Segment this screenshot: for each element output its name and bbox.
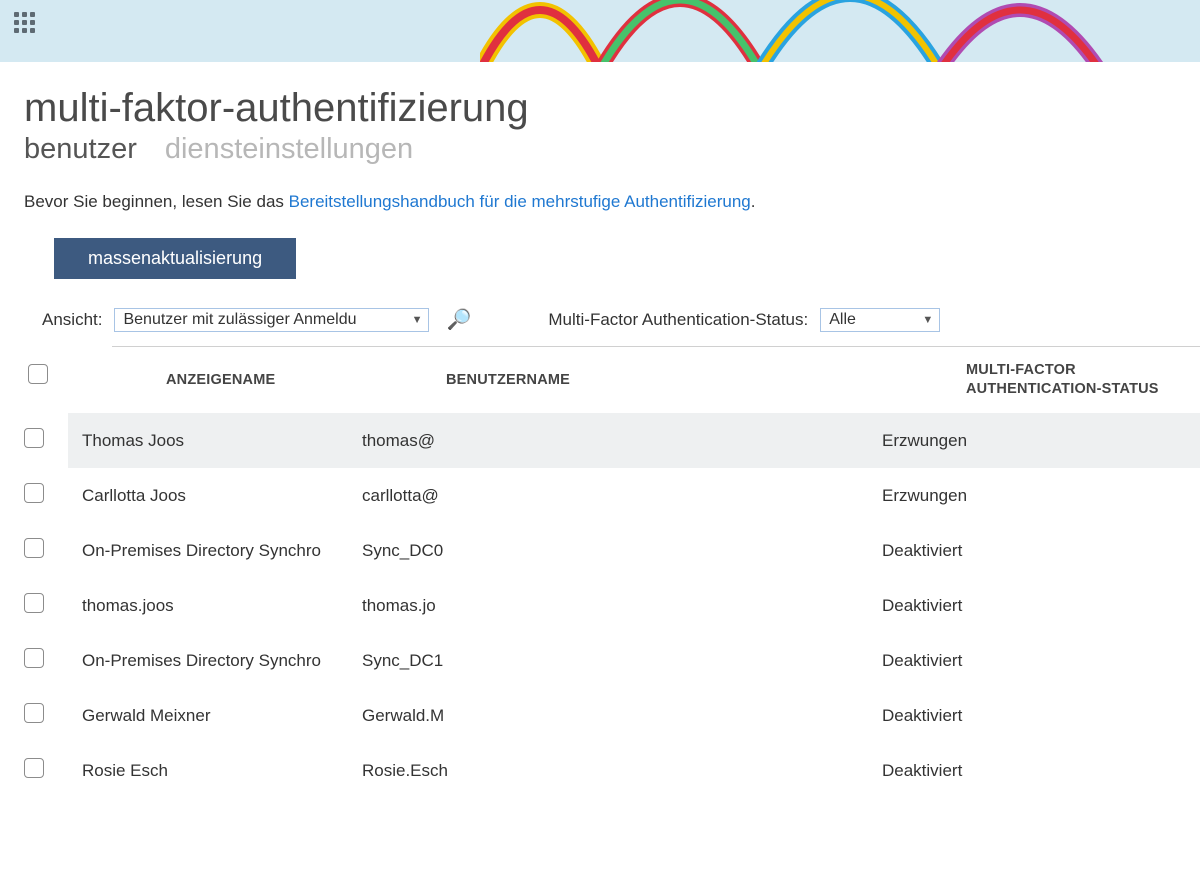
select-all-checkbox[interactable] (28, 364, 48, 384)
intro-text: Bevor Sie beginnen, lesen Sie das Bereit… (24, 192, 1200, 212)
row-checkbox[interactable] (24, 483, 44, 503)
col-display-name[interactable]: ANZEIGENAME (166, 372, 446, 388)
row-username: thomas@ (362, 419, 882, 463)
chevron-down-icon: ▼ (412, 314, 423, 326)
view-label: Ansicht: (42, 310, 102, 330)
row-display-name: On-Premises Directory Synchro (82, 639, 362, 683)
status-label: Multi-Factor Authentication-Status: (548, 310, 808, 330)
status-select-value: Alle (829, 311, 856, 329)
intro-prefix: Bevor Sie beginnen, lesen Sie das (24, 192, 289, 211)
row-checkbox[interactable] (24, 703, 44, 723)
bulk-update-button[interactable]: massenaktualisierung (54, 238, 296, 279)
row-username: thomas.jo (362, 584, 882, 628)
filter-bar: Ansicht: Benutzer mit zulässiger Anmeldu… (42, 307, 1200, 332)
row-username: Sync_DC0 (362, 529, 882, 573)
row-status: Erzwungen (882, 419, 1200, 463)
row-display-name: Rosie Esch (82, 749, 362, 793)
row-status: Deaktiviert (882, 529, 1200, 573)
row-display-name: On-Premises Directory Synchro (82, 529, 362, 573)
row-display-name: Thomas Joos (82, 419, 362, 463)
row-checkbox[interactable] (24, 428, 44, 448)
chevron-down-icon: ▼ (922, 314, 933, 326)
tab-settings[interactable]: diensteinstellungen (165, 133, 413, 166)
row-checkbox[interactable] (24, 593, 44, 613)
row-display-name: Carllotta Joos (82, 474, 362, 518)
col-mfa-line1: MULTI-FACTOR (966, 362, 1076, 378)
row-username: Sync_DC1 (362, 639, 882, 683)
tabs: benutzer diensteinstellungen (24, 133, 1200, 166)
rainbow-decoration (480, 0, 1200, 62)
row-status: Deaktiviert (882, 639, 1200, 683)
row-status: Deaktiviert (882, 694, 1200, 738)
col-mfa-status[interactable]: MULTI-FACTOR AUTHENTICATION-STATUS (966, 361, 1200, 399)
row-checkbox[interactable] (24, 758, 44, 778)
row-display-name: thomas.joos (82, 584, 362, 628)
intro-suffix: . (751, 192, 756, 211)
app-launcher-icon[interactable] (14, 12, 36, 34)
row-status: Erzwungen (882, 474, 1200, 518)
status-select[interactable]: Alle ▼ (820, 308, 940, 332)
row-checkbox[interactable] (24, 538, 44, 558)
row-status: Deaktiviert (882, 584, 1200, 628)
row-username: Gerwald.M (362, 694, 882, 738)
col-username[interactable]: BENUTZERNAME (446, 372, 966, 388)
row-display-name: Gerwald Meixner (82, 694, 362, 738)
row-checkbox[interactable] (24, 648, 44, 668)
view-select-value: Benutzer mit zulässiger Anmeldu (123, 311, 356, 329)
col-mfa-line2: AUTHENTICATION-STATUS (966, 381, 1159, 397)
intro-link[interactable]: Bereitstellungshandbuch für die mehrstuf… (289, 192, 751, 211)
tab-users[interactable]: benutzer (24, 133, 137, 166)
search-icon[interactable]: 🔍 (447, 307, 472, 332)
top-banner (0, 0, 1200, 62)
page-title: multi-faktor-authentifizierung (24, 86, 1200, 131)
row-status: Deaktiviert (882, 749, 1200, 793)
row-username: carllotta@ (362, 474, 882, 518)
row-username: Rosie.Esch (362, 749, 882, 793)
view-select[interactable]: Benutzer mit zulässiger Anmeldu ▼ (114, 308, 429, 332)
table-header: ANZEIGENAME BENUTZERNAME MULTI-FACTOR AU… (112, 347, 1200, 413)
